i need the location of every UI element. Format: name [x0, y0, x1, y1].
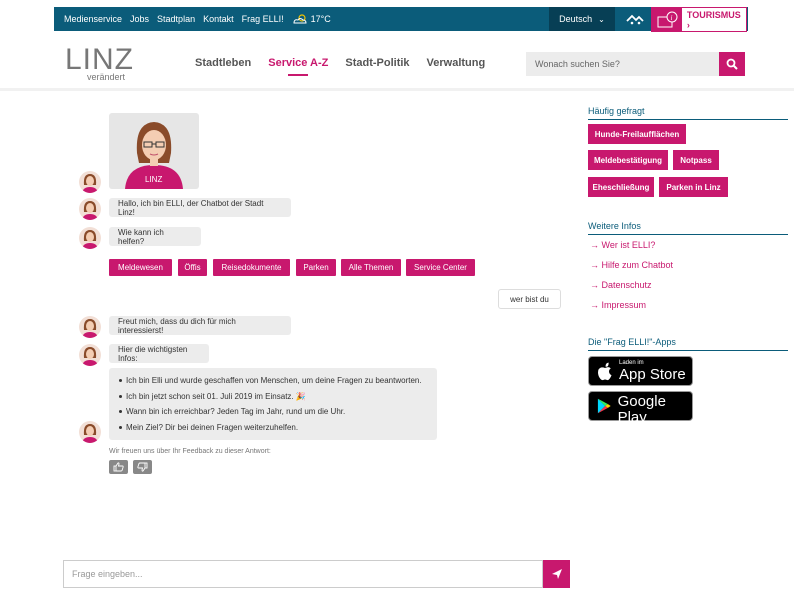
header-divider [0, 88, 794, 91]
apps-divider [588, 350, 788, 351]
elli-avatar [79, 198, 101, 220]
link-kontakt[interactable]: Kontakt [203, 14, 234, 24]
faq-divider [588, 119, 788, 120]
info-list: Ich bin Elli und wurde geschaffen von Me… [109, 368, 437, 440]
accessibility-button[interactable] [619, 7, 651, 31]
info-item-text: Wann bin ich erreichbar? Jeden Tag im Ja… [126, 407, 346, 416]
search-input[interactable]: Wonach suchen Sie? [526, 52, 719, 76]
logo-tagline: verändert [87, 72, 126, 82]
weather-widget: 17°C [292, 13, 331, 25]
more-info-divider [588, 234, 788, 235]
quick-button-reisedokumente[interactable]: Reisedokumente [213, 259, 290, 276]
bot-message: Wie kann ich helfen? [109, 227, 201, 246]
link-text: Wer ist ELLI? [601, 240, 656, 250]
elli-avatar [79, 421, 101, 443]
tag-eheschliessung[interactable]: Eheschließung [588, 177, 654, 197]
list-item: Ich bin Elli und wurde geschaffen von Me… [119, 376, 437, 392]
bot-message: Hier die wichtigsten Infos: [109, 344, 209, 363]
chat-input[interactable]: Frage eingeben... [63, 560, 543, 588]
thumbs-up-icon [113, 462, 124, 472]
arrow-right-icon: → [590, 300, 602, 310]
easy-language-icon [626, 14, 644, 25]
logo-wordmark: LINZ [65, 43, 135, 76]
list-item: Wann bin ich erreichbar? Jeden Tag im Ja… [119, 407, 437, 423]
thumbs-down-icon [137, 462, 148, 472]
thumbs-down-button[interactable] [133, 460, 152, 474]
language-select[interactable]: Deutsch ⌄ [549, 7, 615, 31]
link-text: Datenschutz [601, 280, 652, 290]
feedback-prompt: Wir freuen uns über Ihr Feedback zu dies… [109, 448, 271, 455]
googleplay-big-text: Google Play [617, 392, 666, 426]
link-frag-elli[interactable]: Frag ELLI! [242, 14, 284, 24]
nav-stadtleben[interactable]: Stadtleben [195, 57, 251, 69]
nav-stadt-politik[interactable]: Stadt-Politik [345, 57, 409, 69]
app-store-badge[interactable]: Laden im App Store [588, 356, 693, 386]
quick-button-alle-themen[interactable]: Alle Themen [341, 259, 401, 276]
elli-avatar [79, 171, 101, 193]
list-item: Mein Ziel? Dir bei deinen Fragen weiterz… [119, 423, 437, 439]
info-item-text: Ich bin jetzt schon seit 01. Juli 2019 i… [126, 391, 306, 401]
nav-verwaltung[interactable]: Verwaltung [427, 57, 486, 69]
search-placeholder: Wonach suchen Sie? [535, 59, 620, 69]
bot-message: Freut mich, dass du dich für mich intere… [109, 316, 291, 335]
language-label: Deutsch [559, 14, 593, 24]
search-icon [726, 58, 738, 70]
quick-button-meldewesen[interactable]: Meldewesen [109, 259, 172, 276]
info-item-text: Mein Ziel? Dir bei deinen Fragen weiterz… [126, 422, 299, 432]
elli-avatar [79, 227, 101, 249]
arrow-right-icon: → [590, 280, 602, 290]
user-message: wer bist du [498, 289, 561, 309]
chevron-down-icon: ⌄ [598, 14, 605, 24]
link-jobs[interactable]: Jobs [130, 14, 149, 24]
nav-service-a-z[interactable]: Service A-Z [268, 57, 328, 76]
elli-avatar-card: LINZ [109, 113, 199, 189]
link-text: Impressum [601, 300, 647, 310]
bot-message: Hallo, ich bin ELLI, der Chatbot der Sta… [109, 198, 291, 217]
google-play-badge[interactable]: JETZT BEI Google Play [588, 387, 693, 425]
list-item: Ich bin jetzt schon seit 01. Juli 2019 i… [119, 392, 437, 408]
more-info-heading: Weitere Infos [588, 221, 641, 231]
link-datenschutz[interactable]: → Datenschutz [590, 280, 652, 290]
card-linz-label: LINZ [145, 175, 163, 184]
elli-avatar [79, 344, 101, 366]
link-stadtplan[interactable]: Stadtplan [157, 14, 195, 24]
link-hilfe-zum-chatbot[interactable]: → Hilfe zum Chatbot [590, 260, 673, 270]
linz-logo[interactable]: LINZ verändert [65, 43, 135, 83]
link-medienservice[interactable]: Medienservice [64, 14, 122, 24]
arrow-right-icon: → [590, 260, 602, 270]
appstore-big-text: App Store [619, 365, 686, 383]
send-icon [551, 569, 562, 579]
apple-icon [598, 362, 612, 380]
quick-button-service-center[interactable]: Service Center [406, 259, 475, 276]
quick-button-parken[interactable]: Parken [296, 259, 336, 276]
search-button[interactable] [719, 52, 745, 76]
main-nav: Stadtleben Service A-Z Stadt-Politik Ver… [195, 57, 486, 76]
link-impressum[interactable]: → Impressum [590, 300, 646, 310]
temperature: 17°C [310, 14, 331, 24]
top-bar: Medienservice Jobs Stadtplan Kontakt Fra… [54, 7, 748, 32]
weather-icon [293, 14, 307, 24]
google-play-icon [597, 398, 611, 414]
elli-avatar [79, 316, 101, 338]
tourism-button[interactable]: i TOURISMUS › [651, 7, 747, 32]
faq-heading: Häufig gefragt [588, 106, 645, 116]
thumbs-up-button[interactable] [109, 460, 128, 474]
send-button[interactable] [543, 560, 570, 588]
top-links: Medienservice Jobs Stadtplan Kontakt Fra… [64, 7, 331, 31]
apps-heading: Die "Frag ELLI!"-Apps [588, 337, 676, 347]
link-text: Hilfe zum Chatbot [601, 260, 674, 270]
svg-text:i: i [670, 14, 672, 22]
tag-hunde-freilaufflaechen[interactable]: Hunde-Freilaufflächen [588, 124, 686, 144]
quick-button-oeffis[interactable]: Öffis [178, 259, 207, 276]
tag-meldebestaetigung[interactable]: Meldebestätigung [588, 150, 668, 170]
link-wer-ist-elli[interactable]: → Wer ist ELLI? [590, 240, 655, 250]
info-item-text: Ich bin Elli und wurde geschaffen von Me… [126, 376, 422, 385]
chat-input-placeholder: Frage eingeben... [72, 569, 143, 579]
arrow-right-icon: → [590, 240, 602, 250]
tourism-label: TOURISMUS › [686, 9, 741, 30]
tourism-info-icon: i [652, 8, 682, 31]
tag-notpass[interactable]: Notpass [673, 150, 719, 170]
tag-parken-in-linz[interactable]: Parken in Linz [659, 177, 728, 197]
